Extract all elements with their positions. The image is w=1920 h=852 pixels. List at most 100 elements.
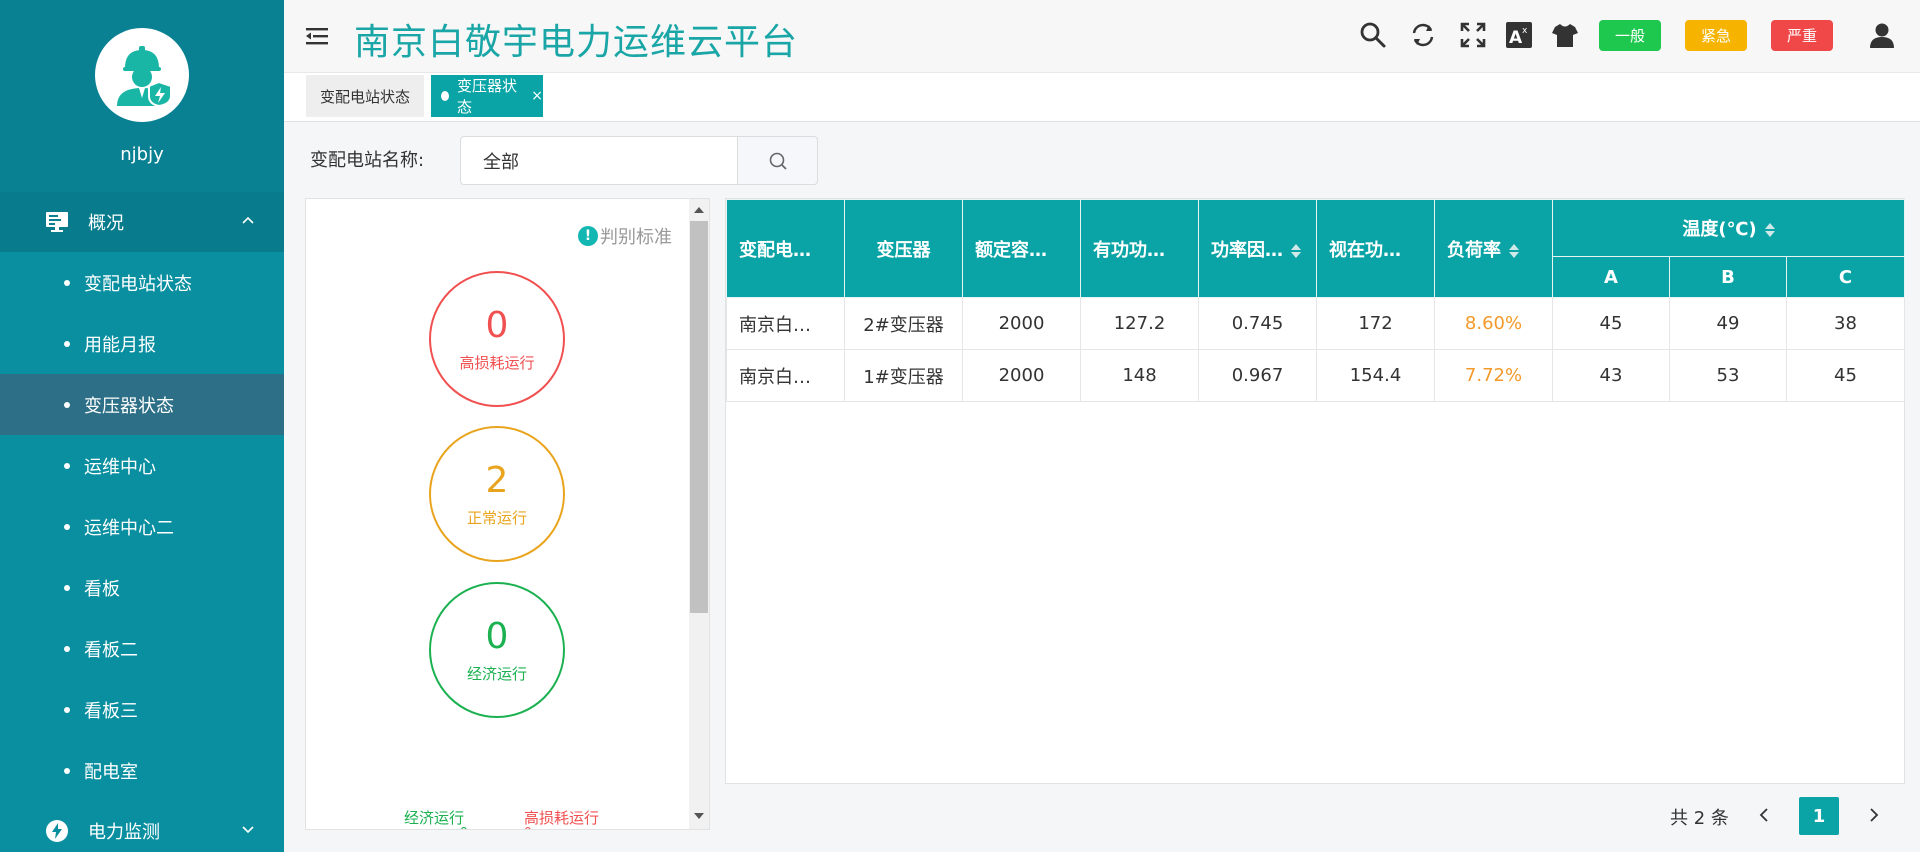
menu-group-label: 电力监测 bbox=[88, 822, 160, 843]
legend-economic: 经济运行 bbox=[404, 809, 465, 827]
app-title: 南京白敬宇电力运维云平台 bbox=[354, 22, 799, 63]
svg-text:A: A bbox=[1509, 28, 1523, 48]
sidebar-item-dashboard[interactable]: 看板 bbox=[0, 557, 284, 618]
cell-temp-b: 53 bbox=[1669, 349, 1787, 402]
chevron-left-icon bbox=[1759, 808, 1768, 822]
pagination-total: 共 2 条 bbox=[1670, 808, 1729, 829]
sidebar-item-dashboard-2[interactable]: 看板二 bbox=[0, 618, 284, 679]
cell-apparent-power: 154.4 bbox=[1316, 349, 1435, 402]
search-icon[interactable] bbox=[1358, 20, 1388, 50]
power-monitor-icon bbox=[44, 820, 70, 842]
economic-status-circle[interactable]: 0 经济运行 bbox=[429, 582, 565, 718]
col-header-active-power[interactable]: 有功功… bbox=[1080, 199, 1199, 298]
sort-icon[interactable] bbox=[1764, 222, 1775, 238]
cell-load-rate: 7.72% bbox=[1434, 349, 1553, 402]
scroll-up-arrow-icon[interactable] bbox=[694, 207, 704, 213]
filter-label: 变配电站名称: bbox=[310, 150, 425, 171]
sidebar-item-substation-status[interactable]: 变配电站状态 bbox=[0, 252, 284, 313]
theme-shirt-icon[interactable] bbox=[1550, 20, 1580, 50]
prev-page-button[interactable] bbox=[1754, 805, 1774, 825]
sidebar: njbjy 概况 变配电站状态 用能月报 变压器状态 运维中心 运维中心二 看板… bbox=[0, 0, 284, 852]
cell-substation: 南京白… bbox=[726, 349, 845, 402]
substation-name-select[interactable] bbox=[460, 136, 738, 185]
active-dot-icon bbox=[441, 91, 450, 101]
high-loss-status-circle[interactable]: 0 高损耗运行 bbox=[429, 271, 565, 407]
cell-temp-a: 43 bbox=[1552, 349, 1670, 402]
engineer-avatar-icon bbox=[117, 46, 172, 106]
cell-transformer: 1#变压器 bbox=[844, 349, 963, 402]
cell-rated-capacity: 2000 bbox=[962, 349, 1081, 402]
legend-economic-value: 0 bbox=[460, 825, 468, 829]
scroll-thumb[interactable] bbox=[690, 221, 708, 613]
sidebar-item-energy-monthly[interactable]: 用能月报 bbox=[0, 313, 284, 374]
sidebar-item-om-center[interactable]: 运维中心 bbox=[0, 435, 284, 496]
cell-temp-c: 45 bbox=[1785, 349, 1906, 402]
level-urgent-button[interactable]: 紧急 bbox=[1685, 20, 1747, 51]
chevron-right-icon bbox=[1870, 808, 1879, 822]
table-row[interactable]: 南京白… 2#变压器 2000 127.2 0.745 172 8.60% 45… bbox=[726, 297, 1906, 350]
legend-high-loss: 高损耗运行 bbox=[524, 809, 600, 827]
normal-status-circle[interactable]: 2 正常运行 bbox=[429, 426, 565, 562]
fullscreen-icon[interactable] bbox=[1458, 20, 1488, 50]
collapse-menu-icon[interactable] bbox=[306, 26, 328, 46]
sidebar-item-om-center-2[interactable]: 运维中心二 bbox=[0, 496, 284, 557]
col-header-transformer[interactable]: 变压器 bbox=[844, 199, 963, 298]
tab-substation-status[interactable]: 变配电站状态 bbox=[306, 75, 424, 117]
chevron-up-icon bbox=[242, 216, 254, 224]
col-header-apparent-power[interactable]: 视在功… bbox=[1316, 199, 1435, 298]
menu-group-power-monitoring[interactable]: 电力监测 bbox=[0, 801, 284, 852]
sort-icon[interactable] bbox=[1509, 243, 1519, 259]
page-number-button[interactable]: 1 bbox=[1799, 797, 1839, 835]
transformer-table: 变配电… 变压器 额定容… 有功功… 功率因… 视在功… 负荷率 温度(℃) A… bbox=[725, 198, 1906, 784]
cell-active-power: 148 bbox=[1080, 349, 1199, 402]
col-header-load-rate[interactable]: 负荷率 bbox=[1434, 199, 1553, 298]
chevron-down-icon bbox=[242, 826, 254, 834]
next-page-button[interactable] bbox=[1864, 805, 1884, 825]
cell-temp-a: 45 bbox=[1552, 297, 1670, 350]
scroll-down-arrow-icon[interactable] bbox=[694, 813, 704, 819]
col-header-substation[interactable]: 变配电… bbox=[726, 199, 845, 298]
close-icon[interactable]: × bbox=[531, 88, 543, 104]
info-icon: ! bbox=[578, 226, 598, 246]
sidebar-item-dashboard-3[interactable]: 看板三 bbox=[0, 679, 284, 740]
tab-bar: 变配电站状态 变压器状态 × bbox=[284, 72, 1920, 122]
sort-icon[interactable] bbox=[1291, 243, 1301, 259]
table-row[interactable]: 南京白… 1#变压器 2000 148 0.967 154.4 7.72% 43… bbox=[726, 349, 1906, 402]
level-severe-button[interactable]: 严重 bbox=[1771, 20, 1833, 51]
cell-active-power: 127.2 bbox=[1080, 297, 1199, 350]
col-header-temperature[interactable]: 温度(℃) bbox=[1551, 199, 1906, 257]
menu-group-label: 概况 bbox=[88, 213, 124, 234]
cell-transformer: 2#变压器 bbox=[844, 297, 963, 350]
translate-icon[interactable]: Ax bbox=[1504, 20, 1534, 50]
cell-temp-c: 38 bbox=[1785, 297, 1906, 350]
menu-group-overview[interactable]: 概况 bbox=[0, 192, 284, 252]
top-header: 南京白敬宇电力运维云平台 Ax 一般 紧急 严重 bbox=[284, 0, 1920, 72]
col-header-temp-c: C bbox=[1785, 256, 1906, 298]
sidebar-item-transformer-status[interactable]: 变压器状态 bbox=[0, 374, 284, 435]
col-header-temp-b: B bbox=[1669, 256, 1787, 298]
cell-power-factor: 0.967 bbox=[1198, 349, 1317, 402]
cell-power-factor: 0.745 bbox=[1198, 297, 1317, 350]
level-normal-button[interactable]: 一般 bbox=[1599, 20, 1661, 51]
filter-search-button[interactable] bbox=[738, 136, 818, 185]
user-icon[interactable] bbox=[1867, 20, 1897, 50]
refresh-icon[interactable] bbox=[1408, 20, 1438, 50]
col-header-rated-capacity[interactable]: 额定容… bbox=[962, 199, 1081, 298]
vertical-scrollbar[interactable] bbox=[689, 199, 709, 829]
legend-high-loss-value: 0 bbox=[524, 825, 532, 829]
tab-transformer-status[interactable]: 变压器状态 × bbox=[431, 75, 543, 117]
sidebar-item-power-room[interactable]: 配电室 bbox=[0, 740, 284, 801]
transformer-status-panel: ! 判别标准 0 高损耗运行 2 正常运行 0 经济运行 经济运行 高损耗运行 … bbox=[305, 198, 710, 830]
monitor-icon bbox=[44, 211, 70, 233]
col-header-power-factor[interactable]: 功率因… bbox=[1198, 199, 1317, 298]
cell-temp-b: 49 bbox=[1669, 297, 1787, 350]
user-profile: njbjy bbox=[0, 0, 284, 192]
col-header-temp-a: A bbox=[1552, 256, 1670, 298]
search-icon bbox=[769, 152, 787, 170]
cell-rated-capacity: 2000 bbox=[962, 297, 1081, 350]
cell-apparent-power: 172 bbox=[1316, 297, 1435, 350]
criteria-link[interactable]: ! 判别标准 bbox=[578, 223, 672, 249]
svg-text:x: x bbox=[1522, 26, 1528, 36]
avatar[interactable] bbox=[95, 28, 189, 122]
cell-substation: 南京白… bbox=[726, 297, 845, 350]
